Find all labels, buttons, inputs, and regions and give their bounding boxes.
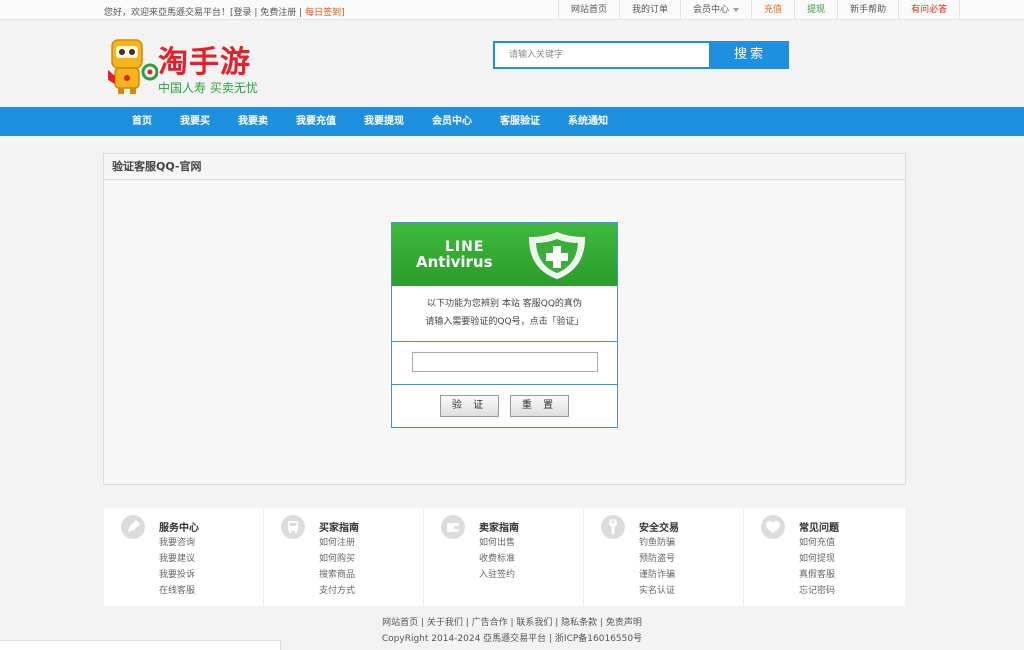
greeting-text: 您好，欢迎来亞馬遜交易平台！	[104, 8, 231, 18]
guide-faq: 常见问题 如何充值 如何提现 真假客服 忘记密码	[744, 508, 904, 606]
guide-buyer: 买家指南 如何注册 如何购买 搜索商品 支付方式	[264, 508, 424, 606]
guide-link[interactable]: 真假客服	[799, 567, 835, 580]
search-button[interactable]: 搜索	[711, 41, 789, 69]
top-nav-qa[interactable]: 有问必答	[898, 0, 961, 20]
guide-link[interactable]: 谨防诈骗	[639, 567, 675, 580]
register-link[interactable]: 免费注册	[260, 8, 296, 18]
bottom-left-overlay	[0, 640, 281, 650]
top-nav-home[interactable]: 网站首页	[558, 0, 619, 20]
guide-title: 服务中心	[159, 523, 199, 534]
signin-link[interactable]: 每日签到]	[305, 8, 345, 18]
guide-link[interactable]: 我要投诉	[159, 567, 195, 580]
top-nav-member-label: 会员中心	[693, 5, 730, 15]
guide-link[interactable]: 搜索商品	[319, 567, 355, 580]
footer-links[interactable]: 网站首页 | 关于我们 | 广告合作 | 联系我们 | 隐私条款 | 免责声明	[0, 615, 1024, 628]
site-logo[interactable]: 淘手游 中国人寿 买卖无忧	[106, 36, 276, 96]
top-nav-help[interactable]: 新手帮助	[837, 0, 898, 20]
guide-link[interactable]: 钓鱼防骗	[639, 535, 675, 548]
heart-icon	[761, 515, 785, 539]
top-nav-member[interactable]: 会员中心	[680, 0, 751, 20]
guide-safe-trade: 安全交易 钓鱼防骗 预防盗号 谨防诈骗 实名认证	[584, 508, 744, 606]
guide-link[interactable]: 收费标准	[479, 551, 515, 564]
nav-member[interactable]: 会员中心	[418, 107, 486, 136]
guide-link[interactable]: 如何充值	[799, 535, 835, 548]
instruction-line2: 请输入需要验证的QQ号，点击「验证」	[425, 317, 584, 327]
wallet-icon	[441, 515, 465, 539]
guide-title: 常见问题	[799, 523, 839, 534]
greeting: 您好，欢迎来亞馬遜交易平台！[登录 | 免费注册 | 每日签到]	[104, 8, 345, 18]
search-bar: 请输入关键字 搜索	[493, 41, 789, 69]
instruction-line1: 以下功能为您辨别 本站 客服QQ的真伪	[427, 299, 582, 309]
main-nav: 首页 我要买 我要卖 我要充值 我要提现 会员中心 客服验证 系统通知	[0, 107, 1024, 136]
guide-link[interactable]: 如何出售	[479, 535, 515, 548]
search-input[interactable]: 请输入关键字	[493, 41, 711, 69]
footer-guides: 服务中心 我要咨询 我要建议 我要投诉 在线客服 买家指南 如何注册 如何购买 …	[104, 508, 905, 606]
nav-service-verify[interactable]: 客服验证	[486, 107, 554, 136]
guide-link[interactable]: 支付方式	[319, 583, 355, 596]
nav-notice[interactable]: 系统通知	[554, 107, 622, 136]
guide-link[interactable]: 如何购买	[319, 551, 355, 564]
guide-title: 买家指南	[319, 523, 359, 534]
verify-button[interactable]: 验 证	[440, 395, 499, 417]
mascot-icon	[108, 39, 158, 94]
guide-link[interactable]: 在线客服	[159, 583, 195, 596]
verify-box: LINE Antivirus 以下功能为您辨别 本站 客服QQ的真伪 请输入需要…	[391, 222, 618, 428]
top-nav-recharge[interactable]: 充值	[751, 0, 794, 20]
guide-title: 卖家指南	[479, 523, 519, 534]
divider	[392, 384, 617, 385]
top-nav: 网站首页 我的订单 会员中心 充值 提现 新手帮助 有问必答	[558, 0, 961, 20]
top-nav-withdraw[interactable]: 提现	[794, 0, 837, 20]
reset-button[interactable]: 重 置	[510, 395, 569, 417]
chevron-down-icon	[733, 7, 740, 12]
top-nav-orders[interactable]: 我的订单	[619, 0, 680, 20]
nav-withdraw[interactable]: 我要提现	[350, 107, 418, 136]
bus-icon	[281, 515, 305, 539]
guide-service-center: 服务中心 我要咨询 我要建议 我要投诉 在线客服	[104, 508, 264, 606]
guide-link[interactable]: 忘记密码	[799, 583, 835, 596]
qq-number-input[interactable]	[412, 352, 598, 372]
nav-buy[interactable]: 我要买	[166, 107, 224, 136]
brand-slogan: 中国人寿 买卖无忧	[158, 81, 258, 95]
guide-link[interactable]: 我要咨询	[159, 535, 195, 548]
guide-link[interactable]: 我要建议	[159, 551, 195, 564]
brand-name: 淘手游	[158, 45, 251, 80]
shield-plus-icon	[528, 231, 586, 279]
wrench-icon	[601, 515, 625, 539]
pen-icon	[121, 515, 145, 539]
banner-line2: Antivirus	[416, 253, 493, 271]
guide-link[interactable]: 入驻签约	[479, 567, 515, 580]
guide-link[interactable]: 如何提现	[799, 551, 835, 564]
top-bar: 您好，欢迎来亞馬遜交易平台！[登录 | 免费注册 | 每日签到] 网站首页 我的…	[0, 0, 1024, 20]
login-link[interactable]: [登录	[230, 8, 252, 18]
nav-sell[interactable]: 我要卖	[224, 107, 282, 136]
guide-link[interactable]: 实名认证	[639, 583, 675, 596]
guide-link[interactable]: 预防盗号	[639, 551, 675, 564]
panel-title: 验证客服QQ-官网	[104, 154, 905, 180]
verify-instructions: 以下功能为您辨别 本站 客服QQ的真伪 请输入需要验证的QQ号，点击「验证」	[392, 286, 617, 342]
nav-recharge[interactable]: 我要充值	[282, 107, 350, 136]
nav-home[interactable]: 首页	[118, 107, 166, 136]
guide-title: 安全交易	[639, 523, 679, 534]
antivirus-banner: LINE Antivirus	[392, 223, 617, 286]
guide-link[interactable]: 如何注册	[319, 535, 355, 548]
guide-seller: 卖家指南 如何出售 收费标准 入驻签约	[424, 508, 584, 606]
